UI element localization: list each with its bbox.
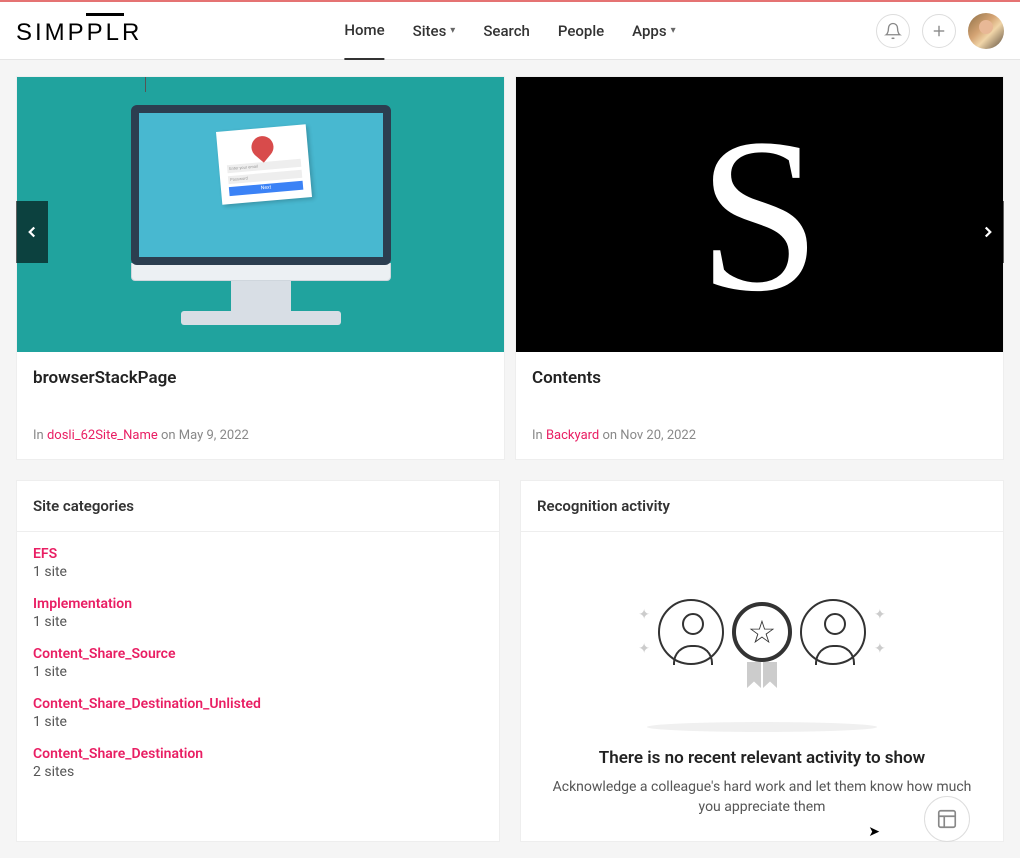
category-link[interactable]: Content_Share_Destination_Unlisted [33,696,483,712]
category-link[interactable]: Implementation [33,596,483,612]
featured-card-contents[interactable]: S Contents In Backyard on Nov 20, 2022 [515,76,1004,460]
notifications-button[interactable] [876,14,910,48]
add-button[interactable] [922,14,956,48]
chevron-left-icon [23,223,41,241]
category-item: EFS 1 site [33,546,483,580]
category-link[interactable]: Content_Share_Destination [33,746,483,762]
category-link[interactable]: EFS [33,546,483,562]
letter-icon: S [698,127,820,303]
nav-people[interactable]: People [558,2,604,60]
carousel-prev-button[interactable] [16,201,48,263]
person-icon [800,599,866,665]
category-count: 1 site [33,664,483,680]
site-link[interactable]: dosli_62Site_Name [47,428,158,443]
category-count: 2 sites [33,764,483,780]
panel-title: Recognition activity [521,481,1003,532]
user-avatar[interactable] [968,13,1004,49]
card-meta: In Backyard on Nov 20, 2022 [532,428,987,443]
card-image: Enter your email Password Next [17,77,504,352]
chevron-down-icon: ▾ [671,25,676,36]
featured-card-browserstack[interactable]: Enter your email Password Next browserSt… [16,76,505,460]
plus-icon [930,22,948,40]
main-nav: Home Sites▾ Search People Apps▾ [344,2,675,60]
cursor-icon: ➤ [868,824,880,840]
top-header: SIMPPLR Home Sites▾ Search People Apps▾ [0,2,1020,60]
site-link[interactable]: Backyard [546,428,599,443]
nav-sites[interactable]: Sites▾ [413,2,456,60]
brand-logo[interactable]: SIMPPLR [16,15,142,47]
category-count: 1 site [33,564,483,580]
award-icon: ☆ [732,602,792,662]
category-item: Content_Share_Destination 2 sites [33,746,483,780]
category-count: 1 site [33,714,483,730]
recognition-illustration: ✦✦ ☆ ✦✦ [545,572,979,692]
category-item: Implementation 1 site [33,596,483,630]
carousel-next-button[interactable] [972,201,1004,263]
category-item: Content_Share_Source 1 site [33,646,483,680]
category-link[interactable]: Content_Share_Source [33,646,483,662]
nav-search[interactable]: Search [483,2,530,60]
person-icon [658,599,724,665]
card-meta: In dosli_62Site_Name on May 9, 2022 [33,428,488,443]
category-count: 1 site [33,614,483,630]
template-fab-button[interactable] [924,796,970,842]
card-title: Contents [532,368,987,388]
recognition-empty-title: There is no recent relevant activity to … [545,748,979,768]
template-icon [936,808,958,830]
main-content: Enter your email Password Next browserSt… [0,60,1020,858]
featured-carousel: Enter your email Password Next browserSt… [16,76,1004,460]
nav-apps[interactable]: Apps▾ [632,2,675,60]
category-item: Content_Share_Destination_Unlisted 1 sit… [33,696,483,730]
panel-title: Site categories [17,481,499,532]
nav-home[interactable]: Home [344,2,384,60]
chevron-right-icon [979,223,997,241]
bottom-panels: Site categories EFS 1 site Implementatio… [16,480,1004,842]
chevron-down-icon: ▾ [450,25,455,36]
site-categories-panel: Site categories EFS 1 site Implementatio… [16,480,500,842]
recognition-panel: Recognition activity ✦✦ ☆ ✦✦ There is no… [520,480,1004,842]
card-title: browserStackPage [33,368,488,388]
recognition-empty-subtitle: Acknowledge a colleague's hard work and … [545,778,979,817]
header-actions [876,13,1004,49]
card-image: S [516,77,1003,352]
bell-icon [884,22,902,40]
